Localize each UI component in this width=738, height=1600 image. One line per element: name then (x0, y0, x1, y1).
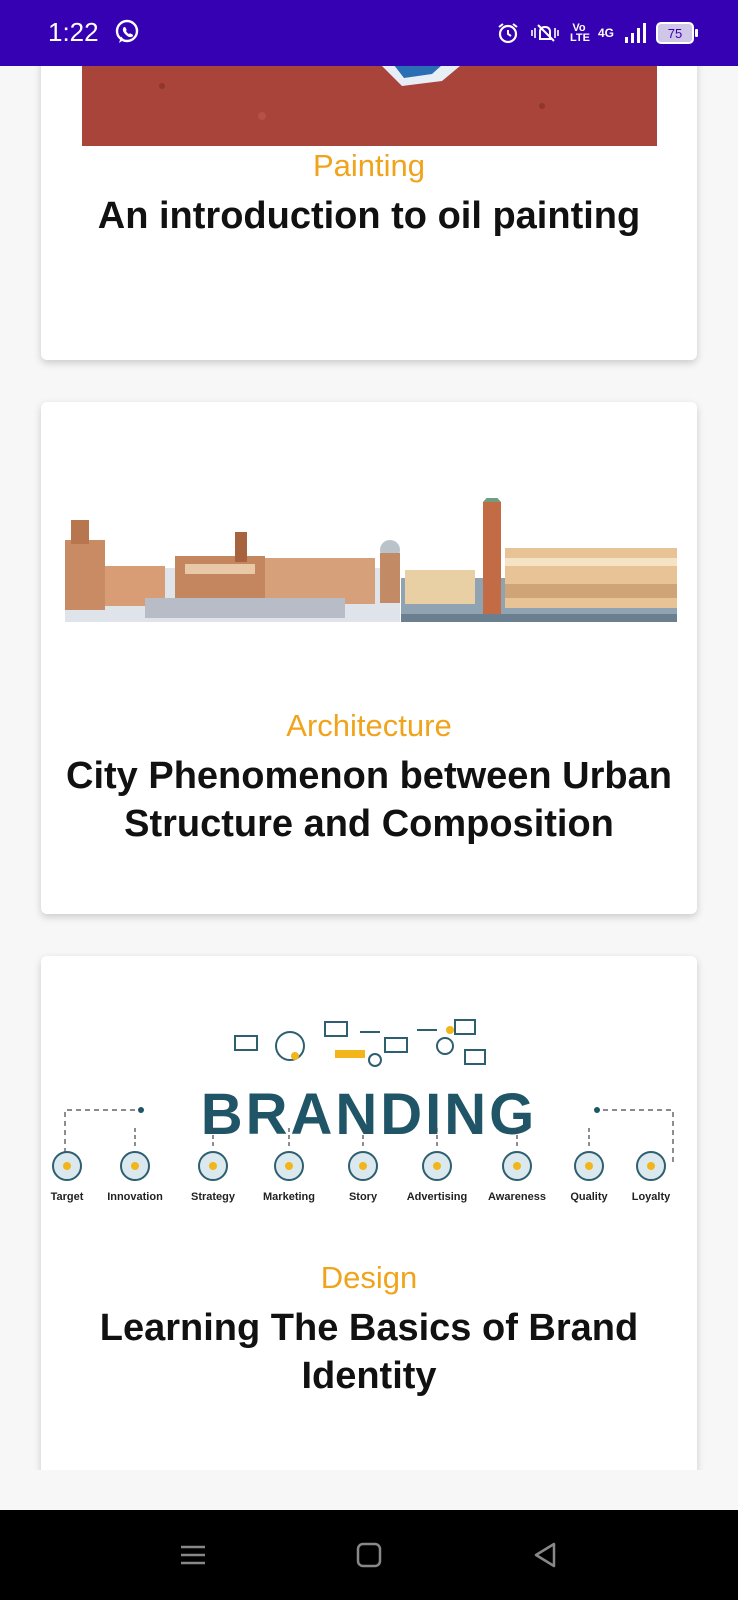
home-button[interactable] (352, 1538, 386, 1572)
icon-accent (63, 1162, 71, 1170)
battery-level: 75 (667, 25, 683, 41)
icon-accent (285, 1162, 293, 1170)
course-category: Design (320, 1260, 418, 1295)
signal-icon (625, 23, 646, 43)
mute-vibrate-icon (531, 24, 559, 42)
navigation-bar (0, 1510, 738, 1600)
icon-accent (359, 1162, 367, 1170)
battery-icon: 75 (656, 22, 698, 44)
course-category: Painting (312, 148, 426, 183)
branding-label: Innovation (107, 1191, 163, 1203)
course-category: Architecture (286, 708, 452, 743)
status-bar: 1:22 Vo LTE 4G 75 (0, 0, 738, 66)
course-title: Learning The Basics of Brand Identity (99, 1307, 639, 1397)
branding-label: Loyalty (632, 1191, 671, 1203)
menu-button[interactable] (176, 1538, 210, 1572)
icon-accent (433, 1162, 441, 1170)
icon-accent (647, 1162, 655, 1170)
course-title: An introduction to oil painting (97, 195, 641, 237)
branding-label: Awareness (488, 1191, 546, 1203)
icon-accent (209, 1162, 217, 1170)
course-image-architecture (65, 498, 677, 622)
branding-label: Quality (570, 1191, 608, 1203)
course-card-painting[interactable]: Painting An introduction to oil painting (41, 66, 697, 360)
course-card-architecture[interactable]: Architecture City Phenomenon between Urb… (41, 402, 697, 914)
branding-label: Strategy (191, 1191, 236, 1203)
course-image-painting (82, 66, 657, 146)
branding-label: Advertising (407, 1191, 468, 1203)
course-title: City Phenomenon between Urban Structure … (66, 755, 672, 845)
branding-label: Story (349, 1191, 378, 1203)
course-image-design: BRANDING Target Innovation Strategy Marketi… (45, 1010, 693, 1210)
course-list[interactable]: Painting An introduction to oil painting (0, 66, 738, 1470)
volte-indicator: Vo LTE (569, 22, 590, 44)
icon-accent (513, 1162, 521, 1170)
icon-accent (585, 1162, 593, 1170)
alarm-icon (498, 23, 518, 44)
branding-label: Marketing (263, 1191, 315, 1203)
icon-accent (131, 1162, 139, 1170)
branding-label: Target (51, 1191, 84, 1203)
network-type: 4G (597, 26, 614, 40)
branding-headline: BRANDING (201, 1082, 538, 1147)
whatsapp-icon (115, 19, 139, 43)
course-card-design[interactable]: BRANDING Target Innovation Strategy Marketi… (41, 956, 697, 1470)
status-time: 1:22 (48, 17, 99, 47)
back-button[interactable] (528, 1538, 562, 1572)
